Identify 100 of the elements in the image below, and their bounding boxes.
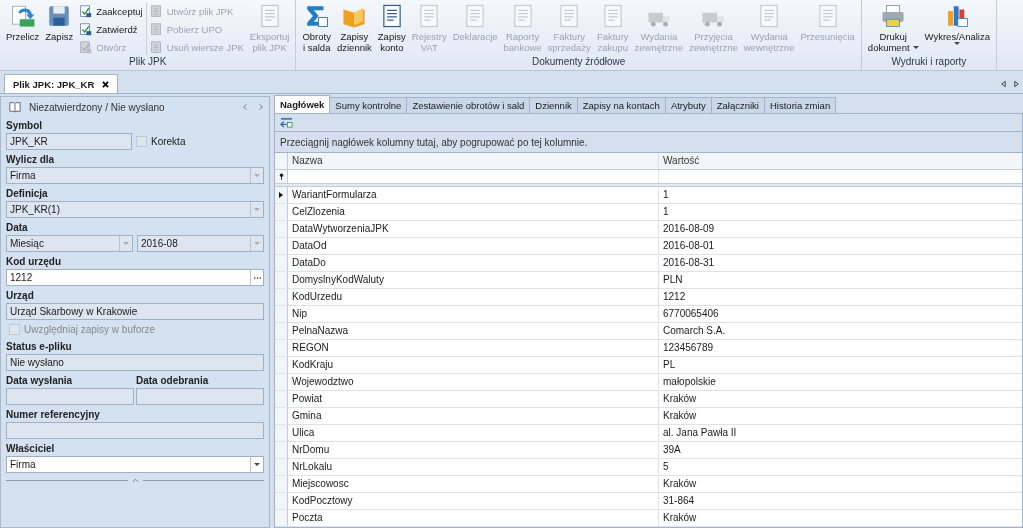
row-header[interactable] bbox=[275, 187, 288, 203]
column-header[interactable]: Wartość bbox=[659, 153, 1022, 170]
input-field[interactable]: JPK_KR bbox=[6, 133, 132, 150]
table-cell-text: 1 bbox=[662, 205, 670, 219]
group-label: Wydruki i raporty bbox=[890, 56, 968, 69]
table-cell: DomyslnyKodWaluty bbox=[288, 272, 659, 288]
table-cell-text: 1212 bbox=[662, 290, 687, 304]
tab[interactable]: Historia zmian bbox=[764, 97, 837, 113]
field-label: Symbol bbox=[6, 119, 44, 133]
ribbon-button[interactable]: Zapisz bbox=[42, 3, 77, 42]
grid-options-icon[interactable] bbox=[280, 117, 293, 129]
tab[interactable]: Zestawienie obrotów i sald bbox=[406, 97, 531, 113]
scroll-left-icon[interactable] bbox=[1000, 80, 1007, 88]
tab[interactable]: Załączniki bbox=[710, 97, 765, 113]
pin-icon bbox=[278, 173, 284, 181]
close-icon[interactable] bbox=[102, 80, 110, 88]
group-label: Plik JPK bbox=[128, 56, 168, 69]
ribbon-button[interactable]: Zapisy dziennik bbox=[333, 3, 375, 53]
field-label: Właściciel bbox=[6, 442, 56, 456]
ribbon-button[interactable]: Zatwierdź bbox=[79, 21, 143, 37]
table-cell-text: 2016-08-01 bbox=[662, 239, 716, 253]
field-label: Wylicz dla bbox=[6, 153, 56, 167]
dropdown[interactable]: Firma bbox=[6, 167, 264, 184]
table-cell-text: PLN bbox=[662, 273, 684, 287]
book-icon bbox=[9, 101, 21, 113]
table-cell-text: Comarch S.A. bbox=[662, 324, 727, 338]
table-cell-text: 31-864 bbox=[662, 494, 696, 508]
table-cell: Powiat bbox=[288, 391, 659, 407]
checklist-icon bbox=[79, 22, 93, 36]
document-tab[interactable]: Plik JPK: JPK_KR bbox=[4, 74, 119, 93]
ribbon-button[interactable]: Zaakceptuj bbox=[79, 3, 143, 19]
dropdown[interactable]: JPK_KR(1) bbox=[6, 201, 264, 218]
table-cell-text: 6770065406 bbox=[662, 307, 720, 321]
input-field[interactable]: Nie wysłano bbox=[6, 354, 264, 371]
table-cell-text: Kraków bbox=[662, 392, 698, 406]
table-cell-text: Kraków bbox=[662, 409, 698, 423]
table-cell: DataOd bbox=[288, 238, 659, 254]
previous-icon[interactable] bbox=[242, 103, 249, 111]
table-cell-text: 2016-08-09 bbox=[662, 222, 716, 236]
table-cell: DataWytworzeniaJPK bbox=[288, 221, 659, 237]
table-cell: KodPocztowy bbox=[288, 493, 659, 509]
group-label: Dokumenty źródłowe bbox=[530, 56, 627, 69]
ribbon-button[interactable]: Wykres/Analiza bbox=[921, 3, 993, 45]
table-cell-text: al. Jana Pawła II bbox=[662, 426, 738, 440]
table-cell: Poczta bbox=[288, 510, 659, 526]
column-header[interactable]: Nazwa bbox=[288, 153, 659, 170]
more-icon[interactable] bbox=[252, 275, 262, 280]
table-cell-text: małopolskie bbox=[662, 375, 717, 389]
tab[interactable]: Sumy kontrolne bbox=[329, 97, 408, 113]
table-cell-text: 1 bbox=[662, 188, 670, 202]
ribbon-button[interactable]: Przelicz bbox=[3, 3, 43, 42]
caret-icon bbox=[123, 242, 129, 245]
dropdown[interactable]: Miesiąc bbox=[6, 235, 133, 252]
tab[interactable]: Atrybuty bbox=[664, 97, 712, 113]
input-field[interactable] bbox=[136, 388, 264, 405]
table-cell: Wojewodztwo bbox=[288, 374, 659, 390]
tab[interactable]: Zapisy na kontach bbox=[576, 97, 666, 113]
next-icon[interactable] bbox=[257, 103, 264, 111]
dropdown[interactable]: 2016-08 bbox=[137, 235, 264, 252]
scroll-right-icon[interactable] bbox=[1013, 80, 1020, 88]
table-cell: WariantFormularza bbox=[288, 187, 659, 203]
checklist-icon bbox=[79, 40, 93, 54]
input-field[interactable]: 1212 bbox=[6, 269, 264, 286]
table-cell-text: Kraków bbox=[662, 477, 698, 491]
table-cell: DataDo bbox=[288, 255, 659, 271]
group-hint: Przeciągnij nagłówek kolumny tutaj, aby pogrupować po tej kolumnie. bbox=[280, 136, 588, 148]
input-field[interactable]: Urząd Skarbowy w Krakowie bbox=[6, 303, 264, 320]
field-label: Data wysłania bbox=[6, 374, 74, 388]
ribbon-button[interactable]: Obroty i salda bbox=[299, 3, 334, 53]
checkbox-label: Korekta bbox=[151, 136, 186, 147]
table-cell-text: 39A bbox=[662, 443, 682, 457]
input-field[interactable] bbox=[6, 422, 264, 439]
table-cell: PelnaNazwa bbox=[288, 323, 659, 339]
table-cell-text: 2016-08-31 bbox=[662, 256, 716, 270]
ribbon-button[interactable]: Drukuj dokument bbox=[864, 3, 922, 53]
tab[interactable]: Nagłówek bbox=[274, 95, 331, 113]
ribbon-button[interactable]: Zapisy konto bbox=[374, 3, 409, 53]
field-label: Urząd bbox=[6, 289, 35, 303]
caret-icon bbox=[254, 208, 260, 211]
table-cell-text: 123456789 bbox=[662, 341, 715, 355]
field-label: Data odebrania bbox=[136, 374, 210, 388]
input-field[interactable] bbox=[6, 388, 134, 405]
table-cell: NrLokalu bbox=[288, 459, 659, 475]
table-cell: CelZlozenia bbox=[288, 204, 659, 220]
table-cell: Ulica bbox=[288, 425, 659, 441]
field-label: Kod urzędu bbox=[6, 255, 62, 269]
caret-icon bbox=[254, 463, 260, 466]
tab[interactable]: Dziennik bbox=[529, 97, 578, 113]
table-cell: Gmina bbox=[288, 408, 659, 424]
table-cell: Miejscowosc bbox=[288, 476, 659, 492]
collapse-icon[interactable] bbox=[131, 478, 139, 483]
status-text: Niezatwierdzony / Nie wysłano bbox=[29, 101, 166, 113]
dropdown[interactable]: Firma bbox=[6, 456, 264, 473]
field-label: Data bbox=[6, 221, 29, 235]
table-cell: Nip bbox=[288, 306, 659, 322]
table-cell-text: 5 bbox=[662, 460, 670, 474]
caret-icon bbox=[254, 174, 260, 177]
field-label: Status e-pliku bbox=[6, 340, 73, 354]
caret-icon bbox=[254, 242, 260, 245]
table-cell: KodKraju bbox=[288, 357, 659, 373]
